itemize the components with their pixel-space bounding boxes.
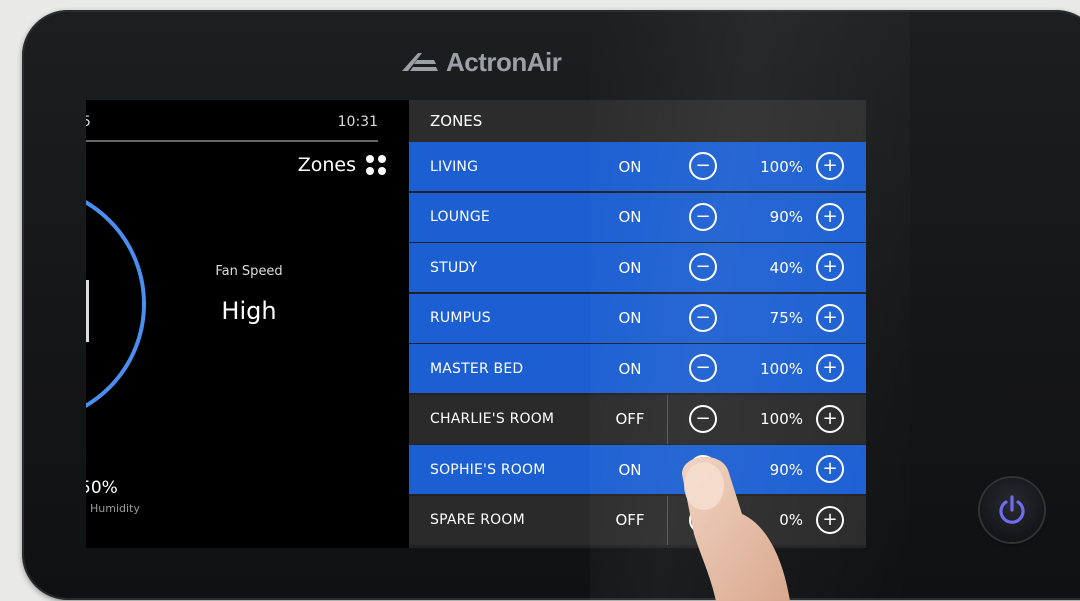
actronair-logo-icon [402,53,438,71]
brand-logo: ActronAir [400,46,562,78]
zone-state-toggle[interactable]: ON [607,360,653,378]
fan-speed-label: Fan Speed [215,264,283,279]
clock: 10:31 [337,114,378,130]
zone-row-sophies-room[interactable]: SOPHIE'S ROOM ON − 90% + [409,445,866,494]
increase-button[interactable]: + [816,455,844,483]
zone-name: MASTER BED [430,360,524,377]
zone-state-toggle[interactable]: OFF [607,511,653,529]
four-dots-icon [366,155,386,175]
zones-button[interactable]: Zones [298,154,386,176]
increase-button[interactable]: + [816,354,844,382]
decrease-button[interactable]: − [689,354,717,382]
zone-name: STUDY [430,259,478,276]
dial-indicator [86,280,89,342]
humidity-label: Humidity [90,502,140,515]
zone-level: 40% [769,258,803,277]
zone-level: 100% [760,410,803,428]
zone-level: 0% [779,511,803,529]
zone-name: CHARLIE'S ROOM [430,411,555,427]
decrease-button[interactable]: − [689,455,717,483]
decrease-button[interactable]: − [689,152,717,180]
zone-state-toggle[interactable]: ON [607,259,653,277]
zone-level: 90% [769,208,803,226]
zone-level: 90% [769,460,803,479]
zones-button-label: Zones [297,154,356,176]
zones-panel: ZONES LIVING ON − 100% + LOUNGE ON − 90%… [409,100,866,548]
decrease-button[interactable]: − [689,303,717,332]
increase-button[interactable]: + [816,505,844,534]
row-divider [667,394,668,444]
zone-name: RUMPUS [430,310,491,326]
zone-row-spare-room[interactable]: SPARE ROOM OFF − 0% + [409,495,866,545]
zone-row-living[interactable]: LIVING ON − 100% + [409,142,866,191]
zone-row-master-bed[interactable]: MASTER BED ON − 100% + [409,344,866,393]
date-fragment: 5 [86,114,91,130]
decrease-button[interactable]: − [689,253,717,281]
zone-level: 75% [769,309,803,327]
zones-header: ZONES [409,100,866,142]
increase-button[interactable]: + [816,152,844,180]
zone-state-toggle[interactable]: ON [607,208,653,226]
zone-state-toggle[interactable]: ON [607,461,653,479]
main-panel: 5 10:31 Zones Fan Speed High 50% Humidit… [86,100,408,548]
zone-name: SPARE ROOM [430,512,525,528]
zone-name: LOUNGE [430,209,490,225]
increase-button[interactable]: + [816,404,844,433]
fan-speed-value[interactable]: High [186,297,312,325]
decrease-button[interactable]: − [689,404,717,433]
zone-level: 100% [760,359,803,378]
status-divider [86,140,378,142]
zone-state-toggle[interactable]: ON [607,309,653,327]
zone-name: LIVING [430,158,479,175]
increase-button[interactable]: + [816,303,844,332]
zone-name: SOPHIE'S ROOM [430,461,546,478]
zone-state-toggle[interactable]: OFF [607,410,653,428]
zone-state-toggle[interactable]: ON [607,158,653,176]
decrease-button[interactable]: − [689,202,717,231]
increase-button[interactable]: + [816,202,844,231]
power-button[interactable] [980,478,1044,542]
touch-screen: 5 10:31 Zones Fan Speed High 50% Humidit… [86,100,866,548]
row-divider [667,495,668,545]
zone-level: 100% [760,157,803,176]
zone-row-lounge[interactable]: LOUNGE ON − 90% + [409,192,866,242]
humidity-value: 50% [86,478,118,498]
zones-title: ZONES [430,112,483,130]
power-icon [999,495,1025,524]
decrease-button[interactable]: − [689,505,717,534]
zone-row-charlies-room[interactable]: CHARLIE'S ROOM OFF − 100% + [409,394,866,444]
brand-name: ActronAir [446,46,562,77]
temperature-dial[interactable] [86,184,148,424]
increase-button[interactable]: + [816,253,844,281]
zone-row-rumpus[interactable]: RUMPUS ON − 75% + [409,293,866,343]
zone-row-study[interactable]: STUDY ON − 40% + [409,243,866,292]
